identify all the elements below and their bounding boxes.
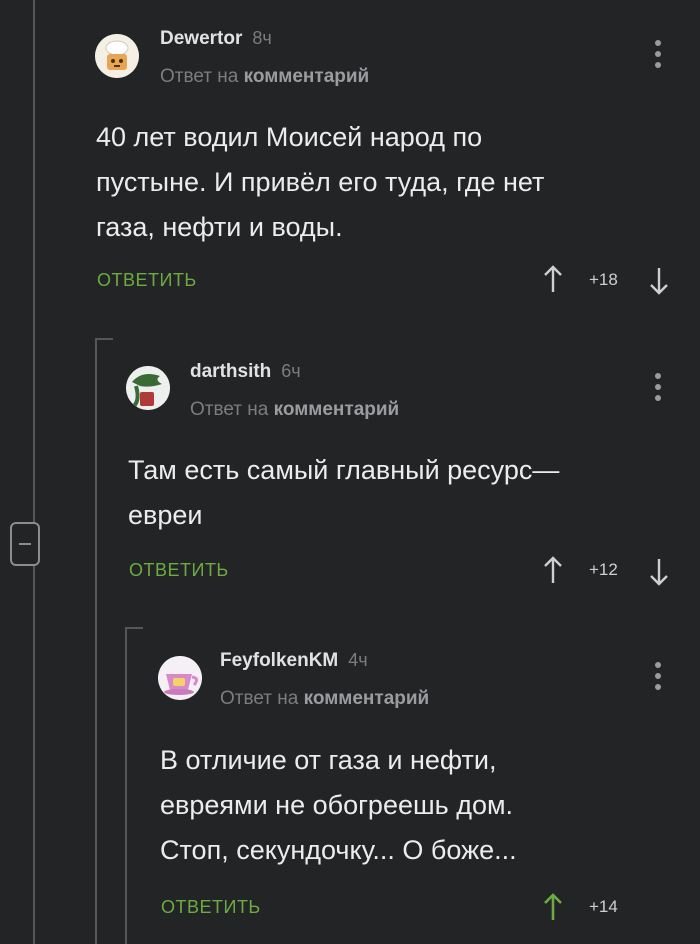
rating-value: +14 [589, 897, 618, 916]
reply-to-link[interactable]: комментарий [304, 688, 430, 709]
comment-body-line: В отличие от газа и нефти, [160, 745, 497, 775]
avatar-teacup-icon [158, 656, 202, 700]
comment-time: 4ч [348, 650, 368, 670]
comment-body-line: евреями не обогреешь дом. [160, 790, 514, 820]
username[interactable]: FeyfolkenKM 4ч [220, 650, 368, 672]
reply-button[interactable]: ОТВЕТИТЬ [161, 897, 261, 918]
comment-body: В отличие от газа и нефти, евреями не об… [160, 738, 690, 873]
reply-to-prefix: Ответ на [220, 688, 299, 709]
comment-body-line: Стоп, секундочку... О боже... [160, 835, 517, 865]
reply-to-label: Ответ на комментарий [220, 688, 429, 710]
comment-thread: Dewertor 8ч Ответ на комментарий 40 лет в… [0, 0, 700, 944]
username-text[interactable]: FeyfolkenKM [220, 650, 338, 671]
avatar[interactable] [158, 656, 202, 700]
more-options-icon[interactable] [654, 662, 662, 690]
arrow-up-icon[interactable] [541, 892, 565, 922]
comment-3: FeyfolkenKM 4ч Ответ на комментарий В отл… [0, 0, 700, 944]
